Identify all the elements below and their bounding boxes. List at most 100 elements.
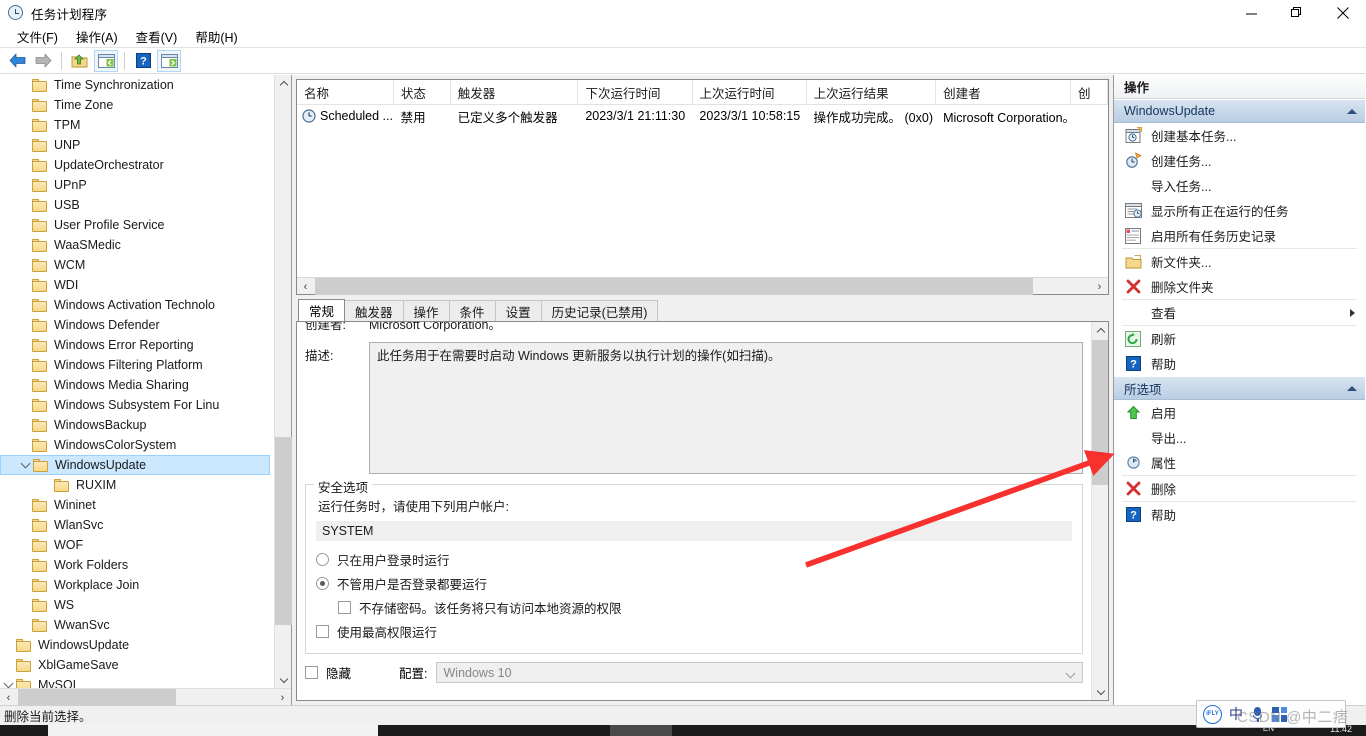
checkbox-run-highest-privileges[interactable]: 使用最高权限运行 — [316, 619, 1072, 643]
up-folder-icon[interactable] — [68, 50, 92, 72]
tree-item[interactable]: Windows Defender — [0, 315, 274, 335]
checkbox-highest-privileges-indicator[interactable] — [316, 624, 329, 638]
scroll-right-icon[interactable]: › — [274, 689, 291, 706]
show-action-pane-icon[interactable] — [157, 49, 181, 72]
action-item[interactable]: ? 帮助 — [1114, 502, 1365, 527]
details-scroll-down-icon[interactable] — [1092, 683, 1108, 700]
column-header[interactable]: 名称 — [297, 80, 394, 105]
action-item[interactable]: 新文件夹... — [1114, 249, 1365, 274]
menu-file[interactable]: 文件(F) — [8, 25, 67, 48]
tree-item[interactable]: Time Zone — [0, 95, 274, 115]
radio-regardless-indicator[interactable] — [316, 576, 329, 590]
action-item[interactable]: 刷新 — [1114, 326, 1365, 351]
details-vscroll-thumb[interactable] — [1092, 340, 1108, 485]
tree-item[interactable]: Windows Activation Technolo — [0, 295, 274, 315]
action-item[interactable]: 启用 — [1114, 400, 1365, 425]
scroll-left-icon[interactable]: ‹ — [0, 689, 17, 706]
actions-section-header-windowsupdate[interactable]: WindowsUpdate — [1114, 99, 1365, 123]
action-item[interactable]: 创建基本任务... — [1114, 123, 1365, 148]
tree-item[interactable]: UNP — [0, 135, 274, 155]
scroll-up-icon[interactable] — [275, 75, 292, 92]
description-textarea[interactable]: 此任务用于在需要时启动 Windows 更新服务以执行计划的操作(如扫描)。 — [369, 342, 1083, 474]
tree-item[interactable]: Windows Media Sharing — [0, 375, 274, 395]
tree-item[interactable]: User Profile Service — [0, 215, 274, 235]
tree-item[interactable]: WOF — [0, 535, 274, 555]
chevron-down-icon[interactable] — [17, 457, 33, 473]
tree-horizontal-scrollbar[interactable]: ‹ › — [0, 688, 291, 706]
task-list-body[interactable]: Scheduled ... 禁用 已定义多个触发器 2023/3/1 21:11:30… — [297, 105, 1108, 277]
tree-item[interactable]: TPM — [0, 115, 274, 135]
tree-item[interactable]: WS — [0, 595, 274, 615]
tree-scroll-viewport[interactable]: Time Synchronization Time Zone TPM UNP Updat… — [0, 75, 274, 688]
tree-item[interactable]: WDI — [0, 275, 274, 295]
tree-item[interactable]: Work Folders — [0, 555, 274, 575]
tree-item[interactable]: WindowsColorSystem — [0, 435, 274, 455]
action-item[interactable]: 属性 — [1114, 450, 1365, 475]
tree-item[interactable]: WlanSvc — [0, 515, 274, 535]
configure-for-select[interactable]: Windows 10 — [435, 662, 1083, 683]
column-header[interactable]: 上次运行结果 — [807, 80, 937, 105]
tree-item[interactable]: XblGameSave — [0, 655, 274, 675]
column-header[interactable]: 创建者 — [936, 80, 1071, 105]
tree-item[interactable]: UPnP — [0, 175, 274, 195]
details-vertical-scrollbar[interactable] — [1091, 322, 1108, 700]
tree-item[interactable]: WindowsUpdate — [0, 635, 274, 655]
radio-logged-on-indicator[interactable] — [316, 552, 329, 566]
restore-button[interactable] — [1274, 0, 1320, 26]
tab-0[interactable]: 常规 — [298, 299, 346, 321]
tasklist-scroll-left-icon[interactable]: ‹ — [297, 278, 314, 295]
action-item[interactable]: 启用所有任务历史记录 — [1114, 223, 1365, 248]
action-item[interactable]: 查看 — [1114, 300, 1365, 325]
tab-4[interactable]: 设置 — [494, 300, 542, 321]
column-header[interactable]: 触发器 — [451, 80, 579, 105]
close-button[interactable] — [1320, 0, 1366, 26]
checkbox-no-password-indicator[interactable] — [338, 600, 351, 614]
taskbar-search-box[interactable] — [48, 725, 378, 736]
task-list-hscrollbar[interactable]: ‹ › — [297, 277, 1108, 295]
radio-run-whether-user-logged-on[interactable]: 不管用户是否登录都要运行 — [316, 571, 1072, 595]
tab-5[interactable]: 历史记录(已禁用) — [540, 300, 659, 321]
action-item[interactable]: 删除 — [1114, 476, 1365, 501]
ime-mode-label[interactable]: 中 — [1229, 704, 1243, 724]
tab-1[interactable]: 触发器 — [344, 300, 404, 321]
radio-run-only-when-logged-on[interactable]: 只在用户登录时运行 — [316, 547, 1072, 571]
tab-2[interactable]: 操作 — [402, 300, 450, 321]
taskbar-app-button[interactable] — [610, 725, 672, 736]
ime-toolbar[interactable]: iFLY 中 — [1196, 700, 1346, 728]
column-header[interactable]: 上次运行时间 — [693, 80, 807, 105]
tree-item[interactable]: RUXIM — [0, 475, 274, 495]
details-scroll-up-icon[interactable] — [1092, 322, 1108, 339]
tree-item[interactable]: WindowsBackup — [0, 415, 274, 435]
action-item[interactable]: 导入任务... — [1114, 173, 1365, 198]
show-console-tree-icon[interactable] — [94, 49, 118, 72]
tree-item[interactable]: WaaSMedic — [0, 235, 274, 255]
keyboard-grid-icon[interactable] — [1272, 706, 1287, 722]
tree-item[interactable]: Workplace Join — [0, 575, 274, 595]
tree-vscroll-thumb[interactable] — [275, 437, 292, 625]
checkbox-hidden-indicator[interactable] — [305, 666, 318, 679]
forward-arrow-icon[interactable] — [31, 50, 55, 72]
chevron-up-icon[interactable] — [1347, 108, 1357, 114]
tree-hscroll-thumb[interactable] — [18, 689, 176, 706]
microphone-icon[interactable] — [1250, 706, 1265, 723]
tree-item[interactable]: WwanSvc — [0, 615, 274, 635]
tree-item[interactable]: Windows Filtering Platform — [0, 355, 274, 375]
help-icon[interactable]: ? — [131, 50, 155, 72]
action-item[interactable]: 删除文件夹 — [1114, 274, 1365, 299]
tasklist-hscroll-thumb[interactable] — [315, 278, 1033, 295]
tasklist-scroll-right-icon[interactable]: › — [1091, 278, 1108, 295]
menu-view[interactable]: 查看(V) — [127, 25, 187, 48]
tree-item[interactable]: Wininet — [0, 495, 274, 515]
table-row[interactable]: Scheduled ... 禁用 已定义多个触发器 2023/3/1 21:11:30… — [297, 105, 1108, 127]
action-item[interactable]: 创建任务... — [1114, 148, 1365, 173]
actions-section-header-selected-item[interactable]: 所选项 — [1114, 376, 1365, 400]
minimize-button[interactable] — [1228, 0, 1274, 26]
menu-help[interactable]: 帮助(H) — [186, 25, 246, 48]
tree-item[interactable]: Windows Subsystem For Linu — [0, 395, 274, 415]
tree-item[interactable]: Windows Error Reporting — [0, 335, 274, 355]
checkbox-do-not-store-password[interactable]: 不存储密码。该任务将只有访问本地资源的权限 — [316, 595, 1072, 619]
tree-item[interactable]: MySQL — [0, 675, 274, 688]
tree-item[interactable]: USB — [0, 195, 274, 215]
tree-item[interactable]: UpdateOrchestrator — [0, 155, 274, 175]
tab-3[interactable]: 条件 — [448, 300, 496, 321]
